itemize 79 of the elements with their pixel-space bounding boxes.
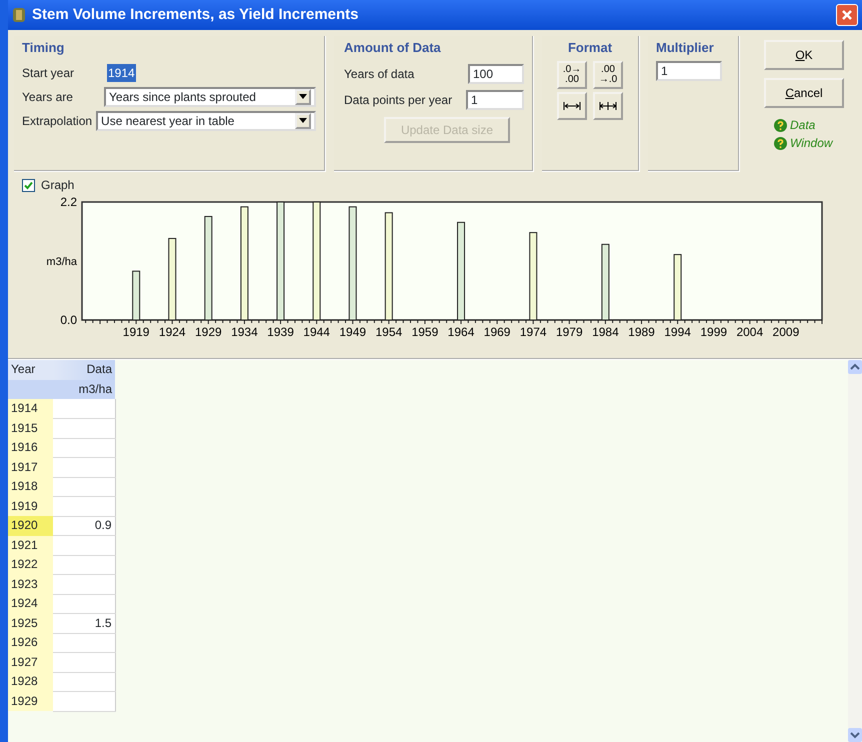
x-tick-label: 2009 xyxy=(772,325,800,339)
scroll-up-button[interactable] xyxy=(848,360,862,374)
x-tick-label: 1999 xyxy=(700,325,728,339)
row-header[interactable]: 1922 xyxy=(8,555,53,574)
row-header[interactable]: 1925 xyxy=(8,614,53,633)
row-header[interactable]: 1928 xyxy=(8,672,53,692)
bar xyxy=(132,270,140,320)
row-header[interactable]: 1917 xyxy=(8,458,53,477)
checkbox-label: Graph xyxy=(41,177,74,194)
row-header[interactable]: 1921 xyxy=(8,536,53,555)
row-header[interactable]: 1918 xyxy=(8,477,53,496)
x-tick-label: 1949 xyxy=(339,325,366,339)
x-tick-label: 2004 xyxy=(736,325,764,339)
column-header: Year xyxy=(8,360,53,380)
field-label: Extrapolation xyxy=(22,112,92,130)
row-header[interactable]: 1920 xyxy=(8,516,53,536)
row-header[interactable]: 1914 xyxy=(8,399,53,418)
x-tick-label: 1989 xyxy=(628,325,655,339)
dialog-button[interactable]: Cancel xyxy=(764,78,844,108)
y-tick-label: 0.0 xyxy=(60,313,77,327)
x-tick-label: 1924 xyxy=(158,325,186,339)
format-button[interactable]: .00 →.0 xyxy=(593,60,623,88)
field-label: Data points per year xyxy=(344,92,452,108)
graph-checkbox[interactable] xyxy=(22,178,35,192)
text-field[interactable]: 1 xyxy=(656,60,722,80)
x-tick-label: 1964 xyxy=(448,325,474,339)
window-title: Stem Volume Increments, as Yield Increments xyxy=(32,4,359,25)
group-title: Amount of Data xyxy=(344,39,442,57)
row-header[interactable]: 1916 xyxy=(8,438,53,458)
x-tick-label: 1939 xyxy=(267,325,294,339)
row-header[interactable]: 1923 xyxy=(8,574,53,594)
close-button[interactable] xyxy=(836,4,858,26)
dropdown[interactable]: Years since plants sprouted xyxy=(104,86,316,106)
x-tick-label: 1984 xyxy=(592,325,619,339)
x-tick-label: 1969 xyxy=(484,325,510,339)
x-tick-label: 1929 xyxy=(195,325,222,339)
help-link[interactable]: Data xyxy=(790,116,816,134)
column-header: Data xyxy=(53,360,115,380)
unit-header: m3/ha xyxy=(53,380,115,399)
x-tick-label: 1919 xyxy=(122,325,150,339)
dropdown-arrow-icon xyxy=(299,118,307,123)
x-tick-label: 1974 xyxy=(520,325,547,339)
field-label: Years are xyxy=(22,88,74,106)
widen-column-icon[interactable] xyxy=(563,100,581,110)
row-header[interactable]: 1927 xyxy=(8,652,53,672)
row-header[interactable]: 1929 xyxy=(8,692,53,711)
narrow-column-icon[interactable] xyxy=(599,100,617,110)
text-field[interactable]: 1 xyxy=(466,90,524,110)
x-tick-label: 1979 xyxy=(556,325,583,339)
dialog-button[interactable]: OK xyxy=(764,40,844,70)
field-label: Years of data xyxy=(344,66,414,82)
row-header[interactable]: 1926 xyxy=(8,633,53,652)
row-header[interactable]: 1915 xyxy=(8,418,53,438)
group-title: Multiplier xyxy=(656,39,715,57)
dropdown-arrow-icon xyxy=(299,94,307,99)
group-title: Format xyxy=(566,39,614,57)
bar xyxy=(674,254,682,320)
help-link[interactable]: Window xyxy=(790,134,833,152)
table-cell: 0.9 xyxy=(53,516,115,536)
table-cell: 1.5 xyxy=(53,614,115,633)
field-label: Start year xyxy=(22,64,76,82)
y-tick-label: 2.2 xyxy=(60,195,77,209)
row-header[interactable]: 1924 xyxy=(8,594,53,614)
text-field[interactable]: 100 xyxy=(468,64,524,84)
scroll-down-button[interactable] xyxy=(848,728,862,742)
group-title: Timing xyxy=(22,39,66,57)
app-icon xyxy=(12,7,26,23)
x-tick-label: 1934 xyxy=(231,325,258,339)
help-icon xyxy=(774,136,787,150)
row-header[interactable]: 1919 xyxy=(8,496,53,516)
dropdown[interactable]: Use nearest year in table xyxy=(96,110,316,130)
x-tick-label: 1994 xyxy=(664,325,691,339)
format-button[interactable]: .0→ .00 xyxy=(557,60,587,88)
x-tick-label: 1944 xyxy=(303,325,330,339)
x-tick-label: 1959 xyxy=(412,325,438,339)
help-icon xyxy=(774,118,787,132)
close-icon xyxy=(841,9,853,21)
y-axis-label: m3/ha xyxy=(46,256,77,268)
x-tick-label: 1954 xyxy=(375,325,402,339)
